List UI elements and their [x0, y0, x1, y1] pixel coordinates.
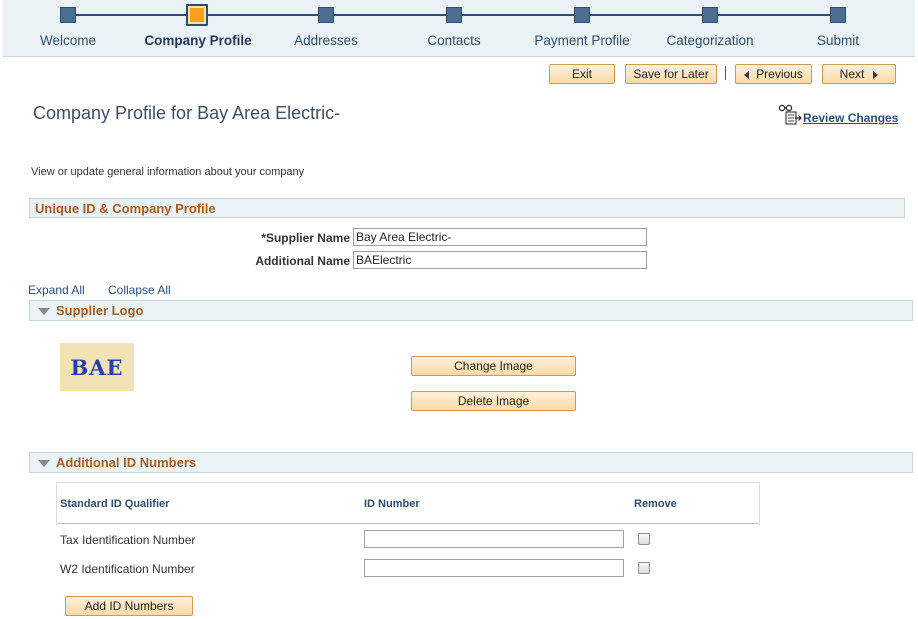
train-step-contacts[interactable]: Contacts [389, 0, 519, 57]
supplier-logo-text: BAE [70, 355, 124, 380]
exit-button[interactable]: Exit [549, 64, 615, 84]
additional-name-input[interactable] [353, 251, 647, 269]
save-for-later-button[interactable]: Save for Later [625, 64, 717, 84]
unique-id-section-header: Unique ID & Company Profile [29, 198, 905, 218]
arrow-left-icon [744, 70, 750, 79]
train-step-marker-current [186, 4, 208, 26]
change-image-button[interactable]: Change Image [411, 356, 576, 376]
supplier-name-label: *Supplier Name [261, 231, 350, 245]
collapse-triangle-icon[interactable] [38, 460, 50, 467]
review-changes-link[interactable]: Review Changes [778, 103, 902, 125]
train-step-marker[interactable] [574, 7, 590, 23]
column-header-id-number: ID Number [364, 498, 420, 510]
next-button-label: Next [839, 67, 865, 81]
train-step-marker[interactable] [318, 7, 334, 23]
train-step-label[interactable]: Welcome [3, 33, 133, 48]
page-instructions: View or update general information about… [31, 166, 305, 178]
supplier-logo-image: BAE [60, 343, 134, 391]
column-header-standard-id-qualifier: Standard ID Qualifier [60, 498, 170, 510]
additional-id-section-header[interactable]: Additional ID Numbers [29, 452, 913, 473]
delete-image-button[interactable]: Delete Image [411, 391, 576, 411]
review-changes-label[interactable]: Review Changes [803, 111, 898, 125]
row-qualifier-w2-id: W2 Identification Number [60, 562, 195, 576]
train-step-marker[interactable] [830, 7, 846, 23]
additional-id-grid: Standard ID Qualifier ID Number Remove T… [56, 482, 760, 582]
column-header-remove: Remove [634, 498, 677, 510]
train-step-addresses[interactable]: Addresses [261, 0, 391, 57]
arrow-right-icon [873, 70, 879, 79]
train-step-label: Company Profile [144, 33, 252, 48]
remove-tax-id-checkbox[interactable] [638, 533, 650, 545]
collapse-triangle-icon[interactable] [38, 308, 50, 315]
section-title: Unique ID & Company Profile [35, 201, 216, 216]
page-title: Company Profile for Bay Area Electric- [33, 103, 341, 123]
train-step-label[interactable]: Submit [773, 33, 903, 48]
train-step-payment-profile[interactable]: Payment Profile [517, 0, 647, 57]
train-step-marker[interactable] [60, 7, 76, 23]
w2-id-number-input[interactable] [364, 559, 624, 577]
remove-w2-id-checkbox[interactable] [638, 562, 650, 574]
train-step-marker[interactable] [702, 7, 718, 23]
review-changes-icon[interactable] [778, 103, 802, 125]
additional-name-label: Additional Name [255, 254, 350, 268]
train-step-label[interactable]: Categorization [645, 33, 775, 48]
section-title[interactable]: Supplier Logo [56, 303, 143, 318]
expand-all-link[interactable]: Expand All [28, 283, 85, 297]
add-id-numbers-button[interactable]: Add ID Numbers [65, 596, 193, 616]
train-stop-navigation: Welcome Company Profile Addresses Contac… [3, 0, 915, 57]
next-button[interactable]: Next [822, 64, 896, 84]
train-step-welcome[interactable]: Welcome [3, 0, 133, 57]
train-step-submit[interactable]: Submit [773, 0, 903, 57]
tax-id-number-input[interactable] [364, 530, 624, 548]
train-step-categorization[interactable]: Categorization [645, 0, 775, 57]
collapse-all-link[interactable]: Collapse All [108, 283, 171, 297]
row-qualifier-tax-id: Tax Identification Number [60, 533, 196, 547]
train-step-label[interactable]: Contacts [389, 33, 519, 48]
train-step-label[interactable]: Addresses [261, 33, 391, 48]
supplier-name-input[interactable] [353, 228, 647, 246]
section-title[interactable]: Additional ID Numbers [56, 455, 196, 470]
train-step-company-profile[interactable]: Company Profile [133, 0, 263, 57]
toolbar-separator [725, 66, 726, 80]
previous-button[interactable]: Previous [735, 64, 812, 84]
previous-button-label: Previous [756, 67, 803, 81]
train-step-label[interactable]: Payment Profile [517, 33, 647, 48]
supplier-logo-section-header[interactable]: Supplier Logo [29, 300, 913, 321]
train-step-marker[interactable] [446, 7, 462, 23]
